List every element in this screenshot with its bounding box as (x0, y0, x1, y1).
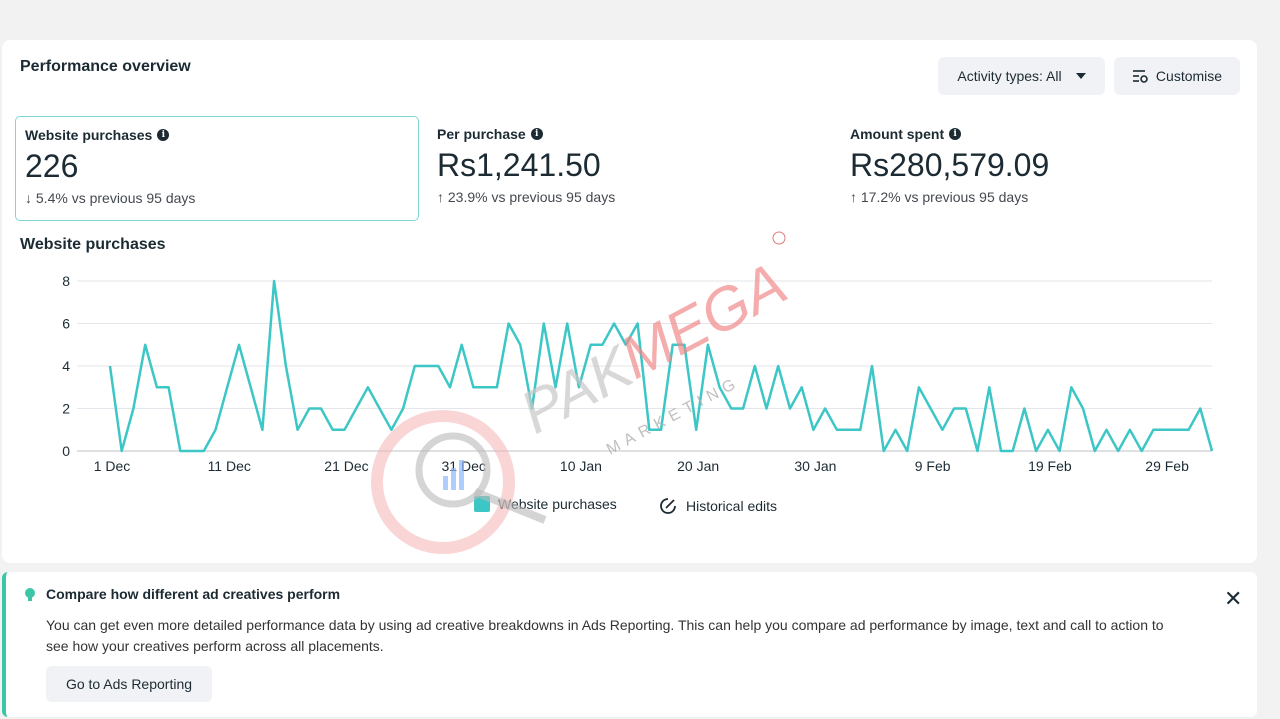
x-tick-label: 31 Dec (442, 458, 486, 474)
legend-label: Historical edits (686, 498, 778, 514)
close-icon[interactable]: ✕ (1224, 586, 1242, 612)
x-tick-label: 9 Feb (915, 458, 951, 474)
legend-item-website-purchases[interactable]: Website purchases (474, 496, 617, 512)
x-tick-label: 30 Jan (794, 458, 836, 474)
x-tick-label: 29 Feb (1145, 458, 1189, 474)
compare-creatives-banner: Compare how different ad creatives perfo… (2, 572, 1257, 717)
y-tick-label: 4 (62, 358, 70, 374)
performance-overview-card: Performance overview Activity types: All… (2, 40, 1257, 563)
x-tick-label: 19 Feb (1028, 458, 1072, 474)
x-tick-label: 1 Dec (94, 458, 131, 474)
x-tick-label: 10 Jan (560, 458, 602, 474)
y-tick-label: 6 (62, 316, 70, 332)
legend-swatch (474, 496, 490, 512)
y-tick-label: 8 (62, 273, 70, 289)
website-purchases-chart: 0 2 4 6 8 1 Dec 11 Dec 21 Dec 31 Dec 10 Jan 20 Jan… (62, 273, 1214, 474)
x-tick-label: 20 Jan (677, 458, 719, 474)
edit-history-icon (660, 498, 676, 514)
legend-item-historical-edits[interactable]: Historical edits (658, 496, 777, 516)
go-to-ads-reporting-button[interactable]: Go to Ads Reporting (46, 666, 212, 702)
x-tick-label: 21 Dec (324, 458, 368, 474)
y-tick-label: 0 (62, 443, 70, 459)
x-tick-label: 11 Dec (208, 458, 251, 474)
y-tick-label: 2 (62, 401, 70, 417)
lightbulb-icon (25, 588, 35, 601)
legend-label: Website purchases (498, 496, 617, 512)
banner-title: Compare how different ad creatives perfo… (46, 586, 341, 602)
banner-body: You can get even more detailed performan… (46, 617, 1164, 654)
